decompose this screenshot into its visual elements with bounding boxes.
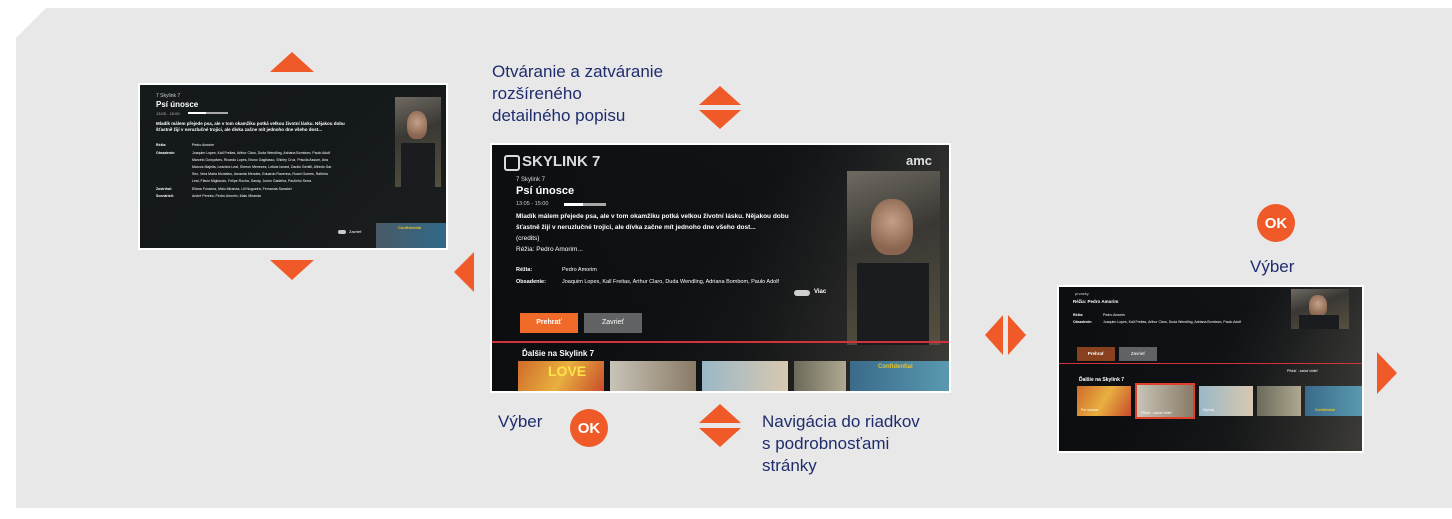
thumbnail-label: Confidential — [878, 364, 913, 370]
cast-label: Obsadenie: — [156, 151, 176, 155]
close-button[interactable]: Zavrieť — [1119, 347, 1157, 361]
thumbnail[interactable] — [610, 361, 696, 391]
thumbnail[interactable] — [1257, 386, 1301, 416]
arrow-left-icon — [985, 315, 1003, 355]
program-time: 13:05 - 15:00 — [156, 111, 180, 116]
director-short: Réžia: Pedro Amorim... — [516, 246, 583, 253]
description-line: šťastně žijí v neruzlučné trojici, ale d… — [156, 127, 322, 132]
cast-label: Obsadenie: — [1073, 320, 1093, 324]
description-line: Mladík málem přejede psa, ale v tom okam… — [156, 121, 345, 126]
skylink-logo-icon — [504, 155, 520, 171]
arrow-down-icon — [699, 428, 741, 447]
breadcrumb: 7 Skylink 7 — [156, 93, 181, 99]
director-label: Réžia: — [516, 267, 533, 273]
thumbnail: Confidential — [376, 223, 446, 248]
play-button[interactable]: Prehrať — [1077, 347, 1115, 361]
arrow-up-icon — [270, 52, 314, 72]
progress-bar — [564, 203, 606, 206]
cast-line: Joaquim Lopes, Kall Freitas, Arthur Clar… — [192, 151, 331, 155]
arrow-up-icon — [699, 86, 741, 105]
cast-line: Leal, Flávio Migliaccio, Felipe Rocha, S… — [192, 179, 312, 183]
row-title: Ďalšie na Skylink 7 — [1079, 377, 1125, 383]
thumbnail[interactable]: LOVE — [518, 361, 604, 391]
arrow-right-icon — [1377, 352, 1397, 394]
thumbnail[interactable]: Confidential — [850, 361, 949, 391]
play-button[interactable]: Prehrať — [520, 313, 578, 333]
arrow-up-icon — [699, 404, 741, 423]
row-focus-screenshot: prvasky Réžia: Pedro Amorim Réžia: Pedro… — [1057, 285, 1364, 453]
expanded-detail-screenshot: 7 Skylink 7 Psí únosce 13:05 - 15:00 Mla… — [138, 83, 448, 250]
program-time: 13:05 - 15:00 — [516, 201, 549, 207]
arrow-down-icon — [699, 110, 741, 129]
divider-line — [492, 341, 949, 343]
ok-button-icon: OK — [570, 409, 608, 447]
thumbnail-label: Dýchaj — [1203, 408, 1214, 412]
close-button[interactable]: Zavrieť — [584, 313, 642, 333]
thumbnail-label: Psí únosce — [1081, 408, 1099, 412]
writer-value: André Pereira, Pedro Amorim, Malu Mirand… — [192, 194, 261, 198]
thumbnail[interactable]: Confidential — [1305, 386, 1362, 416]
thumbnail-label: Confidential — [398, 225, 422, 230]
detail-screenshot: SKYLINK 7 amc 7 Skylink 7 Psí únosce 13:… — [490, 143, 951, 393]
arrow-down-icon — [270, 260, 314, 280]
thumbnail[interactable] — [794, 361, 846, 391]
toggle-icon — [794, 290, 810, 296]
program-title: Psí únosce — [516, 185, 575, 197]
close-hint[interactable]: Zavrieť — [349, 229, 362, 234]
program-title: Psí únosce — [156, 100, 199, 109]
thumbnail[interactable] — [702, 361, 788, 391]
director-value: Pedro Amorim — [562, 267, 597, 273]
channel-logo: SKYLINK 7 — [522, 153, 601, 170]
director-value: Pedro Amorim — [192, 143, 215, 147]
brand-logo: amc — [906, 153, 933, 168]
thumbnail-focused[interactable]: Přidať - začať vidieť — [1135, 383, 1195, 419]
credits-text: (credits) — [516, 235, 540, 242]
director-label: Réžia: — [156, 143, 167, 147]
description-line: šťastně žijí v neruzlučné trojici, ale d… — [516, 224, 756, 231]
cast-value: Joaquim Lopes, Kall Freitas, Arthur Clar… — [1103, 320, 1242, 324]
actor-portrait-image — [847, 171, 940, 345]
actor-portrait-image — [1291, 289, 1349, 329]
thumbnail-label: Přidať - začať vidieť — [1141, 411, 1172, 415]
director-label: Réžia: — [1073, 313, 1084, 317]
actor-portrait-image — [395, 97, 441, 187]
writer-label: Scenáristi: — [156, 194, 174, 198]
thumbnail-label: Confidential — [1315, 408, 1336, 412]
progress-bar — [188, 112, 228, 114]
more-button[interactable]: Viac — [814, 289, 826, 295]
row-title: Ďalšie na Skylink 7 — [522, 349, 595, 358]
thumbnail[interactable]: Dýchaj — [1199, 386, 1253, 416]
producer-value: Eliana Fonseca, Malu Miranda, Lili Nogue… — [192, 187, 292, 191]
divider-line — [1059, 363, 1362, 364]
cast-line: Sex, Vera Maria Montalvo, Amanda Mendes,… — [192, 172, 328, 176]
arrow-right-icon — [1008, 315, 1026, 355]
arrow-left-icon — [454, 252, 474, 292]
breadcrumb: 7 Skylink 7 — [516, 177, 546, 183]
description-line: Mladík málem přejede psa, ale v tom okam… — [516, 213, 789, 220]
annotation-select: Výber — [1250, 257, 1295, 276]
cast-line: Marcelo Gonçalves, Ricardo Lopes, Bruno … — [192, 158, 328, 162]
row-hint: Přidať - začať vidieť — [1287, 369, 1318, 373]
annotation-open-close: Otváranie a zatváranie rozšíreného detai… — [492, 62, 664, 125]
cast-label: Obsadenie: — [516, 279, 546, 285]
toggle-icon — [338, 230, 346, 234]
annotation-navigation: Navigácia do riadkov s podrobnosťami str… — [762, 412, 920, 475]
cast-value: Joaquim Lopes, Kall Freitas, Arthur Clar… — [562, 279, 779, 285]
cast-line: Marcos Majella, Leandra Leal, Sheron Men… — [192, 165, 332, 169]
director-value: Pedro Amorim — [1103, 313, 1126, 317]
producer-label: Zostrihal: — [156, 187, 172, 191]
thumbnail[interactable]: Psí únosce — [1077, 386, 1131, 416]
director-short: Réžia: Pedro Amorim — [1073, 299, 1119, 304]
annotation-select: Výber — [498, 412, 543, 431]
breadcrumb: prvasky — [1075, 291, 1089, 296]
ok-button-icon: OK — [1257, 204, 1295, 242]
